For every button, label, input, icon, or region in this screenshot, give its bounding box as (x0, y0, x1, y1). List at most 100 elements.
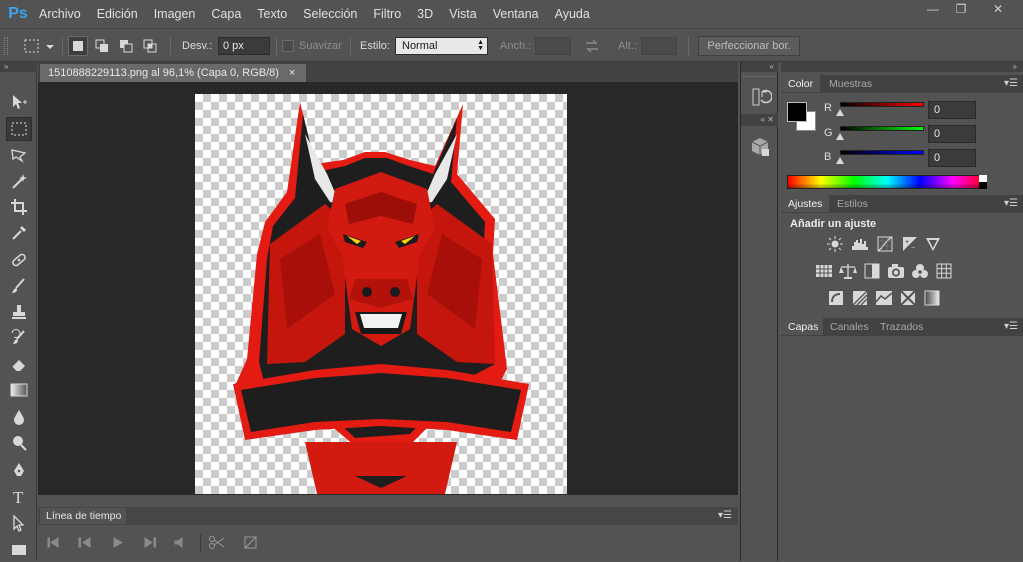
vibrance-icon[interactable] (924, 236, 942, 252)
layers-panel-menu-icon[interactable]: ▾☰ (1004, 321, 1018, 332)
intersect-selection-icon[interactable] (140, 36, 160, 56)
next-frame-icon[interactable] (144, 537, 156, 548)
color-spectrum-ramp[interactable] (787, 175, 987, 189)
height-input[interactable] (641, 37, 677, 55)
menu-edicion[interactable]: Edición (89, 0, 146, 28)
timeline-tab[interactable]: Línea de tiempo (40, 508, 126, 524)
color-panel-menu-icon[interactable]: ▾☰ (1004, 78, 1018, 89)
dock-close-icon[interactable]: « ✕ (741, 114, 778, 126)
brush-tool-icon[interactable] (6, 274, 32, 298)
menu-ayuda[interactable]: Ayuda (547, 0, 598, 28)
red-slider-knob[interactable] (836, 109, 844, 116)
invert-icon[interactable] (827, 290, 845, 306)
spectrum-black-swatch[interactable] (979, 182, 987, 189)
selective-color-icon[interactable] (899, 290, 917, 306)
blue-value-field[interactable]: 0 (928, 149, 976, 167)
width-input[interactable] (535, 37, 571, 55)
lasso-tool-icon[interactable] (6, 143, 32, 167)
document-tab[interactable]: 1510888229113.png al 96,1% (Capa 0, RGB/… (40, 64, 306, 82)
gradient-map-icon[interactable] (923, 290, 941, 306)
black-white-icon[interactable] (863, 263, 881, 279)
refine-edge-button[interactable]: Perfeccionar bor. (698, 36, 800, 56)
red-slider[interactable] (840, 102, 924, 107)
path-selection-tool-icon[interactable] (6, 511, 32, 535)
menu-texto[interactable]: Texto (249, 0, 295, 28)
menu-seleccion[interactable]: Selección (295, 0, 365, 28)
blue-slider-knob[interactable] (836, 157, 844, 164)
tab-ajustes[interactable]: Ajustes (781, 195, 830, 212)
brightness-icon[interactable] (826, 236, 844, 252)
options-grip[interactable] (4, 37, 8, 55)
dock-expand-icon[interactable]: « (741, 62, 778, 72)
tab-canales[interactable]: Canales (823, 318, 876, 335)
pen-tool-icon[interactable] (6, 458, 32, 482)
red-value-field[interactable]: 0 (928, 101, 976, 119)
menu-imagen[interactable]: Imagen (146, 0, 204, 28)
type-tool-icon[interactable]: T (6, 485, 32, 509)
adjustments-panel-menu-icon[interactable]: ▾☰ (1004, 198, 1018, 209)
healing-brush-tool-icon[interactable] (6, 248, 32, 272)
hue-saturation-icon[interactable] (815, 263, 833, 279)
add-selection-icon[interactable] (92, 36, 112, 56)
feather-input[interactable]: 0 px (218, 37, 270, 55)
right-dock-collapse-icon[interactable]: » (781, 62, 1023, 72)
first-frame-icon[interactable] (47, 537, 59, 548)
3d-panel-icon[interactable] (749, 136, 771, 158)
menu-archivo[interactable]: Archivo (31, 0, 89, 28)
blur-tool-icon[interactable] (6, 405, 32, 429)
spectrum-white-swatch[interactable] (979, 175, 987, 182)
color-lookup-icon[interactable] (935, 263, 953, 279)
split-scissors-icon[interactable] (209, 536, 225, 549)
prev-frame-icon[interactable] (78, 537, 91, 548)
crop-tool-icon[interactable] (6, 195, 32, 219)
tab-trazados[interactable]: Trazados (873, 318, 931, 335)
green-slider-knob[interactable] (836, 133, 844, 140)
tab-color[interactable]: Color (781, 75, 821, 92)
tools-collapse-icon[interactable]: » (0, 62, 37, 72)
audio-icon[interactable] (174, 537, 183, 548)
exposure-icon[interactable]: + − (901, 236, 919, 252)
posterize-icon[interactable] (851, 290, 869, 306)
menu-ventana[interactable]: Ventana (485, 0, 547, 28)
smooth-checkbox[interactable] (282, 40, 294, 52)
menu-vista[interactable]: Vista (441, 0, 485, 28)
green-slider[interactable] (840, 126, 924, 131)
close-window-button[interactable]: ✕ (980, 0, 1016, 18)
swap-width-height-icon[interactable] (584, 35, 600, 57)
levels-icon[interactable] (851, 236, 869, 252)
history-panel-icon[interactable] (750, 86, 773, 108)
photo-filter-icon[interactable] (887, 263, 905, 279)
menu-filtro[interactable]: Filtro (365, 0, 409, 28)
move-tool-icon[interactable] (6, 90, 32, 114)
tab-capas[interactable]: Capas (781, 318, 826, 335)
history-brush-tool-icon[interactable] (6, 326, 32, 350)
curves-icon[interactable] (876, 236, 894, 252)
blue-slider[interactable] (840, 150, 924, 155)
stamp-tool-icon[interactable] (6, 300, 32, 324)
threshold-icon[interactable] (875, 290, 893, 306)
channel-mixer-icon[interactable] (911, 263, 929, 279)
foreground-color-swatch[interactable] (787, 102, 807, 122)
menu-capa[interactable]: Capa (203, 0, 249, 28)
menu-3d[interactable]: 3D (409, 0, 441, 28)
eyedropper-tool-icon[interactable] (6, 221, 32, 245)
play-icon[interactable] (113, 537, 124, 548)
tab-estilos[interactable]: Estilos (830, 195, 875, 212)
style-select[interactable]: Normal ▲ ▼ (395, 37, 488, 55)
timeline-menu-icon[interactable]: ▾☰ (718, 510, 732, 521)
rectangle-tool-icon[interactable] (6, 538, 32, 562)
rect-marquee-tool-icon[interactable] (6, 117, 32, 141)
restore-button[interactable]: ❐ (946, 0, 976, 18)
close-document-icon[interactable]: × (289, 67, 295, 79)
color-balance-icon[interactable] (839, 263, 857, 279)
tab-muestras[interactable]: Muestras (822, 75, 880, 92)
green-value-field[interactable]: 0 (928, 125, 976, 143)
new-selection-icon[interactable] (68, 36, 88, 56)
magic-wand-tool-icon[interactable] (6, 169, 32, 193)
dodge-tool-icon[interactable] (6, 431, 32, 455)
transition-icon[interactable] (244, 536, 257, 549)
eraser-tool-icon[interactable] (6, 352, 32, 376)
gradient-tool-icon[interactable] (6, 378, 32, 402)
tool-preset-picker[interactable] (22, 35, 56, 57)
image-canvas[interactable] (195, 94, 567, 494)
